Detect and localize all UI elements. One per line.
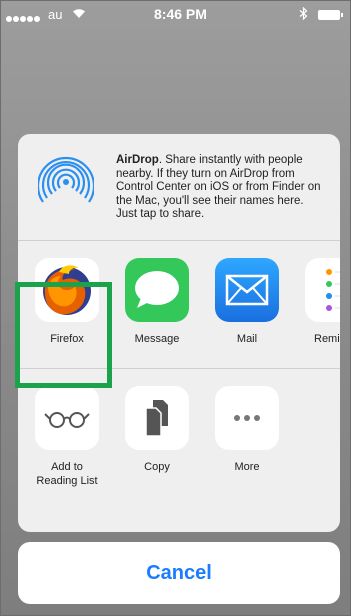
share-app-label: Remi bbox=[314, 333, 340, 345]
share-actions-row: Add to Reading List Copy More bbox=[18, 368, 340, 532]
action-label: Copy bbox=[144, 461, 170, 473]
battery-icon bbox=[318, 10, 343, 20]
copy-icon bbox=[125, 386, 189, 450]
clock: 8:46 PM bbox=[154, 6, 207, 22]
action-copy[interactable]: Copy bbox=[112, 386, 202, 474]
signal-strength-icon bbox=[6, 10, 41, 25]
airdrop-title: AirDrop bbox=[116, 154, 159, 166]
action-label: Add to Reading List bbox=[36, 461, 98, 487]
share-app-label: Mail bbox=[236, 333, 258, 345]
action-label: More bbox=[234, 461, 260, 473]
glasses-icon bbox=[35, 386, 99, 450]
carrier-name: au bbox=[48, 7, 63, 22]
more-icon bbox=[215, 386, 279, 450]
status-bar: au 8:46 PM bbox=[0, 0, 351, 28]
share-app-label: Message bbox=[134, 333, 180, 345]
share-app-mail[interactable]: Mail bbox=[202, 258, 292, 345]
message-icon bbox=[125, 258, 189, 322]
share-app-reminders[interactable]: Remi bbox=[292, 258, 340, 345]
mail-icon bbox=[215, 258, 279, 322]
reminders-icon bbox=[305, 258, 340, 322]
airdrop-section[interactable]: AirDrop. Share instantly with people nea… bbox=[18, 134, 340, 241]
airdrop-description: AirDrop. Share instantly with people nea… bbox=[116, 154, 324, 222]
action-more[interactable]: More bbox=[202, 386, 292, 474]
firefox-highlight-box bbox=[15, 282, 112, 388]
cancel-button[interactable]: Cancel bbox=[18, 542, 340, 604]
airdrop-icon bbox=[36, 154, 96, 210]
action-add-to-reading-list[interactable]: Add to Reading List bbox=[22, 386, 112, 488]
share-app-message[interactable]: Message bbox=[112, 258, 202, 345]
bluetooth-icon bbox=[299, 6, 308, 23]
wifi-icon bbox=[72, 7, 86, 22]
